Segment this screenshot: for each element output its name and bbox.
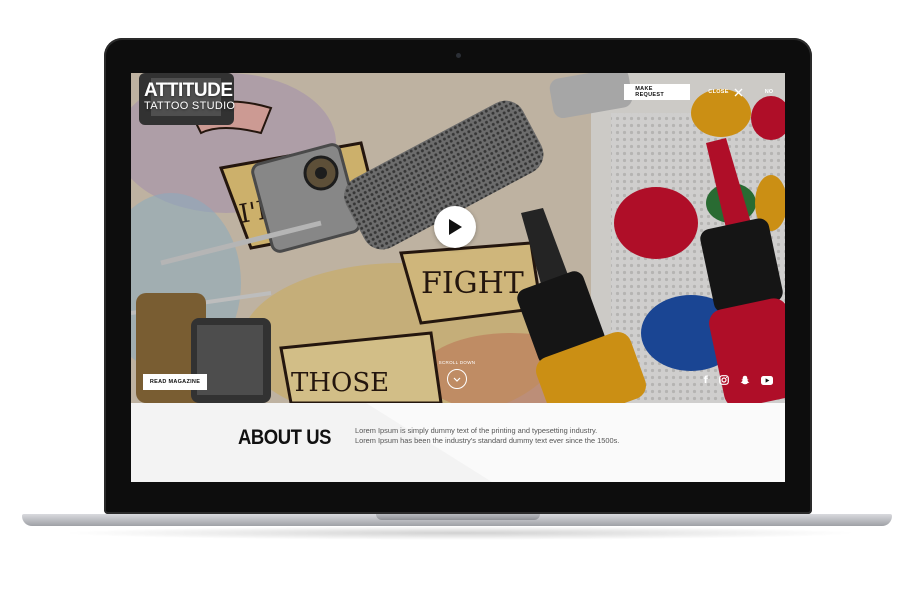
- website-screen: FIGHT THOSE I'LL: [131, 73, 785, 482]
- close-button[interactable]: CLOSE: [708, 88, 743, 97]
- close-label: CLOSE: [708, 89, 729, 95]
- youtube-icon[interactable]: [761, 375, 773, 385]
- play-video-button[interactable]: [434, 206, 476, 248]
- chevron-down-icon: [453, 377, 461, 382]
- facebook-icon[interactable]: f: [693, 375, 708, 386]
- scroll-down[interactable]: SCROLL DOWN: [438, 360, 476, 389]
- language-switch[interactable]: NO: [765, 89, 773, 95]
- laptop-base-notch: [376, 514, 540, 520]
- about-section: ABOUT US Lorem Ipsum is simply dummy tex…: [131, 403, 785, 482]
- snapchat-icon[interactable]: [740, 375, 750, 385]
- about-text-line-2: Lorem Ipsum has been the industry's stan…: [355, 436, 620, 445]
- about-title: ABOUT US: [238, 426, 331, 449]
- top-nav: MAKE REQUEST CLOSE NO: [624, 84, 785, 100]
- social-links: f: [682, 374, 773, 386]
- about-text-line-1: Lorem Ipsum is simply dummy text of the …: [355, 426, 598, 435]
- webcam: [456, 53, 461, 58]
- close-icon: [734, 88, 743, 96]
- laptop-shadow: [60, 526, 860, 540]
- brand-subtitle: TATTOO STUDIO: [144, 100, 236, 112]
- play-icon: [449, 219, 462, 235]
- instagram-icon[interactable]: [719, 375, 729, 385]
- brand-name: ATTITUDE: [144, 80, 233, 101]
- read-magazine-button[interactable]: READ MAGAZINE: [143, 374, 207, 390]
- scroll-down-button[interactable]: [447, 369, 467, 389]
- make-request-button[interactable]: MAKE REQUEST: [624, 84, 691, 100]
- hero-section: FIGHT THOSE I'LL: [131, 73, 785, 403]
- brand-logo[interactable]: ATTITUDE TATTOO STUDIO: [144, 81, 235, 112]
- about-text: Lorem Ipsum is simply dummy text of the …: [355, 426, 655, 446]
- scroll-down-label: SCROLL DOWN: [438, 360, 476, 365]
